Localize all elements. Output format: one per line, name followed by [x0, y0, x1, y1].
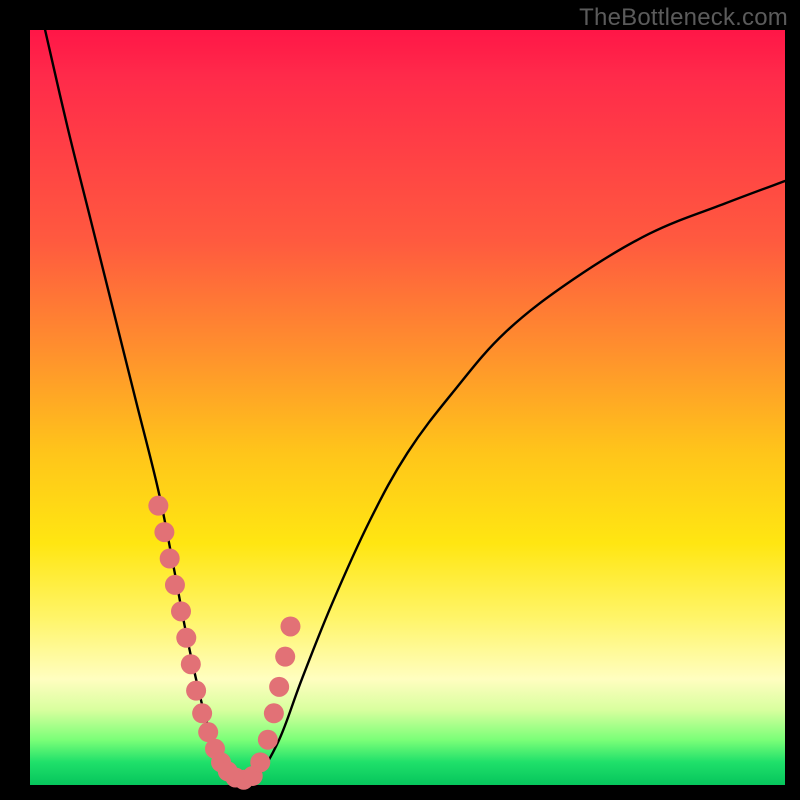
marker-dot — [192, 703, 212, 723]
marker-dot — [171, 601, 191, 621]
marker-dot — [258, 730, 278, 750]
marker-dot — [160, 549, 180, 569]
marker-dot — [186, 681, 206, 701]
plot-area — [30, 30, 785, 785]
marker-dot — [176, 628, 196, 648]
marker-dot — [264, 703, 284, 723]
marker-dot — [280, 616, 300, 636]
chart-frame: TheBottleneck.com — [0, 0, 800, 800]
marker-dot — [181, 654, 201, 674]
chart-svg — [30, 30, 785, 785]
marker-dot — [165, 575, 185, 595]
bottleneck-curve — [45, 30, 785, 782]
marker-dot — [269, 677, 289, 697]
watermark-text: TheBottleneck.com — [579, 4, 788, 32]
marker-dot — [154, 522, 174, 542]
marker-dot — [250, 752, 270, 772]
marker-dot — [275, 647, 295, 667]
marker-dot — [148, 496, 168, 516]
